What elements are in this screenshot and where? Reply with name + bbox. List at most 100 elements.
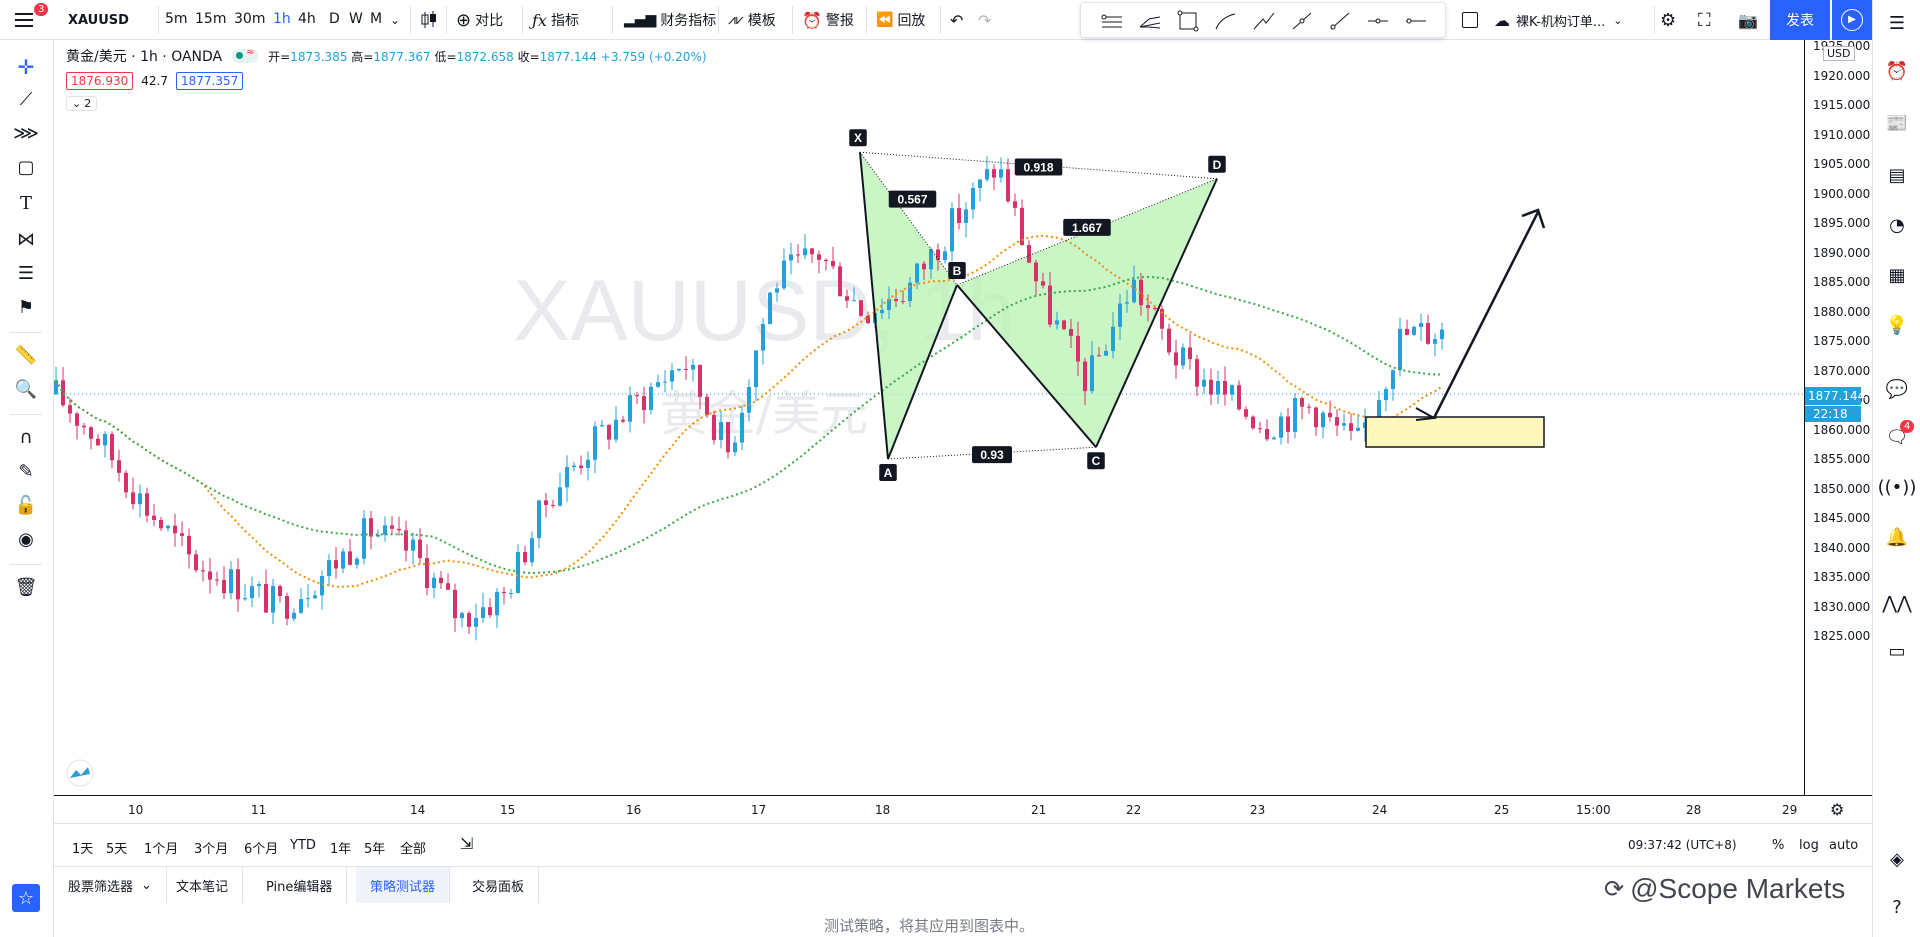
unlock-icon[interactable]: 🔓 bbox=[13, 492, 39, 518]
magnet-icon[interactable]: ∩ bbox=[13, 424, 39, 450]
point-label-c[interactable]: C bbox=[1087, 452, 1105, 470]
compare-button[interactable]: ⊕ 对比 bbox=[456, 0, 503, 40]
range-5年[interactable]: 5年 bbox=[364, 838, 385, 857]
chart-settings-button[interactable]: ⚙ bbox=[1830, 800, 1844, 819]
news-icon[interactable]: 📰 bbox=[1884, 110, 1910, 136]
notifications-bell-icon[interactable]: 🔔 bbox=[1884, 524, 1910, 550]
bottom-tab[interactable]: 策略测试器 bbox=[356, 867, 451, 903]
alarm-clock-icon[interactable]: ⏰ bbox=[1884, 58, 1910, 84]
point-label-d[interactable]: D bbox=[1208, 155, 1226, 173]
fibonacci-tool-icon[interactable]: ⋙ bbox=[13, 120, 39, 146]
replay-button[interactable]: ⏪ 回放 bbox=[876, 0, 925, 40]
chart-canvas[interactable]: XAUUSD, 1h 黄金/美元 XABCD0.5670.9181.6670.9… bbox=[54, 40, 1804, 795]
play-button[interactable]: ▶ bbox=[1832, 0, 1872, 40]
range-1天[interactable]: 1天 bbox=[72, 838, 93, 857]
projection-arrow[interactable] bbox=[1432, 211, 1540, 419]
ideas-lightbulb-icon[interactable]: 💡 bbox=[1884, 312, 1910, 338]
chart-type-button[interactable] bbox=[420, 0, 438, 40]
ruler-icon[interactable]: 📏 bbox=[13, 342, 39, 368]
interval-15m[interactable]: 15m bbox=[195, 11, 226, 27]
publish-button[interactable]: 发表 bbox=[1770, 0, 1830, 40]
horizontal-ray-icon[interactable] bbox=[1365, 9, 1391, 33]
lock-drawing-icon[interactable]: ✎ bbox=[13, 458, 39, 484]
interval-W[interactable]: W bbox=[349, 11, 363, 27]
favorites-star-icon[interactable]: ☆ bbox=[12, 884, 40, 912]
redo-button[interactable]: ↷ bbox=[978, 0, 991, 40]
prediction-tool-icon[interactable]: ☰ bbox=[13, 260, 39, 286]
pattern-tool-icon[interactable]: ⋈ bbox=[13, 226, 39, 252]
menu-button[interactable]: 3 bbox=[14, 0, 49, 40]
alert-button[interactable]: ⏰ 警报 bbox=[802, 0, 854, 40]
price-scale[interactable]: USD 1925.0001920.0001915.0001910.0001905… bbox=[1804, 39, 1872, 795]
pitchfork-icon[interactable] bbox=[1137, 9, 1163, 33]
auto-toggle[interactable]: auto bbox=[1829, 838, 1858, 853]
financials-button[interactable]: ▂▄▆ 财务指标 bbox=[624, 0, 716, 40]
bid-price-box[interactable]: 1876.930 bbox=[66, 72, 134, 90]
point-label-a[interactable]: A bbox=[879, 464, 897, 481]
templates-button[interactable]: ⩘⩗ 模板 bbox=[728, 0, 776, 40]
help-icon[interactable]: ? bbox=[1884, 894, 1910, 920]
path-icon[interactable] bbox=[1251, 9, 1277, 33]
hotlist-icon[interactable]: ◔ bbox=[1884, 212, 1910, 238]
undo-button[interactable]: ↶ bbox=[950, 0, 963, 40]
range-1年[interactable]: 1年 bbox=[330, 838, 351, 857]
rectangle-icon[interactable] bbox=[1175, 9, 1201, 33]
date-range-button[interactable]: ⇲ bbox=[460, 834, 473, 853]
layout-name-button[interactable]: ☁ 裸K-机构订单... ⌄ bbox=[1494, 0, 1622, 40]
trend-line-icon[interactable] bbox=[1289, 9, 1315, 33]
ratio-label-ac[interactable]: 0.93 bbox=[972, 446, 1012, 464]
depth-icon[interactable]: ⋀⋀ bbox=[1882, 590, 1912, 616]
curve-icon[interactable] bbox=[1213, 9, 1239, 33]
range-3个月[interactable]: 3个月 bbox=[194, 838, 228, 857]
interval-30m[interactable]: 30m bbox=[234, 11, 265, 27]
chevron-down-icon[interactable]: ⌄ bbox=[390, 0, 400, 40]
parallel-lines-icon[interactable] bbox=[1099, 9, 1125, 33]
chats-icon[interactable]: 💬 bbox=[1884, 376, 1910, 402]
select-rectangle-button[interactable] bbox=[1462, 0, 1478, 40]
icon-tool-icon[interactable]: ⚑ bbox=[13, 294, 39, 320]
ratio-label-xab[interactable]: 0.567 bbox=[888, 190, 937, 208]
interval-1h[interactable]: 1h bbox=[273, 11, 291, 27]
bottom-tab[interactable]: 文本笔记 bbox=[162, 867, 244, 903]
fullscreen-button[interactable]: ⛶ bbox=[1698, 0, 1711, 40]
currency-label[interactable]: USD bbox=[1823, 46, 1855, 61]
range-6个月[interactable]: 6个月 bbox=[244, 838, 278, 857]
settings-button[interactable]: ⚙ bbox=[1660, 0, 1676, 40]
eye-icon[interactable]: ◉ bbox=[13, 526, 39, 552]
trash-icon[interactable]: 🗑 bbox=[13, 574, 39, 600]
ratio-label-xad[interactable]: 0.918 bbox=[1014, 158, 1063, 176]
shape-tool-icon[interactable]: ▢ bbox=[13, 154, 39, 180]
target-zone-box[interactable] bbox=[1365, 416, 1545, 448]
layers-icon[interactable]: ◈ bbox=[1884, 846, 1910, 872]
bottom-tab[interactable]: Pine编辑器 bbox=[252, 867, 348, 903]
point-label-x[interactable]: X bbox=[849, 129, 867, 147]
private-chats-icon[interactable]: 🗨 4 bbox=[1884, 420, 1915, 450]
interval-4h[interactable]: 4h bbox=[298, 11, 316, 27]
zoom-in-icon[interactable]: 🔍 bbox=[13, 376, 39, 402]
ratio-label-bd[interactable]: 1.667 bbox=[1063, 218, 1111, 236]
point-label-b[interactable]: B bbox=[948, 261, 966, 279]
streams-icon[interactable]: ((•)) bbox=[1878, 474, 1917, 500]
trend-line-tool-icon[interactable]: ⟋ bbox=[13, 86, 39, 112]
range-5天[interactable]: 5天 bbox=[106, 838, 127, 857]
ask-price-box[interactable]: 1877.357 bbox=[175, 72, 244, 90]
order-panel-icon[interactable]: ▭ bbox=[1884, 638, 1910, 664]
ray-icon[interactable] bbox=[1327, 9, 1353, 33]
snapshot-button[interactable]: 📷 bbox=[1738, 0, 1758, 40]
clock-display[interactable]: 09:37:42 (UTC+8) bbox=[1628, 838, 1737, 852]
calendar-icon[interactable]: ▦ bbox=[1884, 262, 1910, 288]
range-全部[interactable]: 全部 bbox=[400, 838, 426, 857]
indicators-collapse-button[interactable]: ⌄ 2 bbox=[66, 96, 98, 111]
legend-title[interactable]: 黄金/美元 · 1h · OANDA bbox=[66, 46, 222, 66]
data-window-icon[interactable]: ▤ bbox=[1884, 162, 1910, 188]
range-YTD[interactable]: YTD bbox=[290, 838, 316, 853]
text-tool-icon[interactable]: T bbox=[13, 190, 39, 216]
symbol-search[interactable]: XAUUSD bbox=[68, 0, 129, 40]
log-toggle[interactable]: log bbox=[1799, 838, 1819, 853]
time-scale[interactable]: 10 11 14 15 16 17 18 21 22 23 24 25 15:00 28 29 ⚙ bbox=[54, 795, 1872, 823]
crosshair-icon[interactable]: ✛ bbox=[13, 54, 39, 80]
bottom-tab[interactable]: 股票筛选器 ⌄ bbox=[54, 867, 167, 903]
percent-toggle[interactable]: % bbox=[1772, 838, 1784, 853]
interval-M[interactable]: M bbox=[370, 11, 382, 27]
interval-5m[interactable]: 5m bbox=[165, 11, 188, 27]
